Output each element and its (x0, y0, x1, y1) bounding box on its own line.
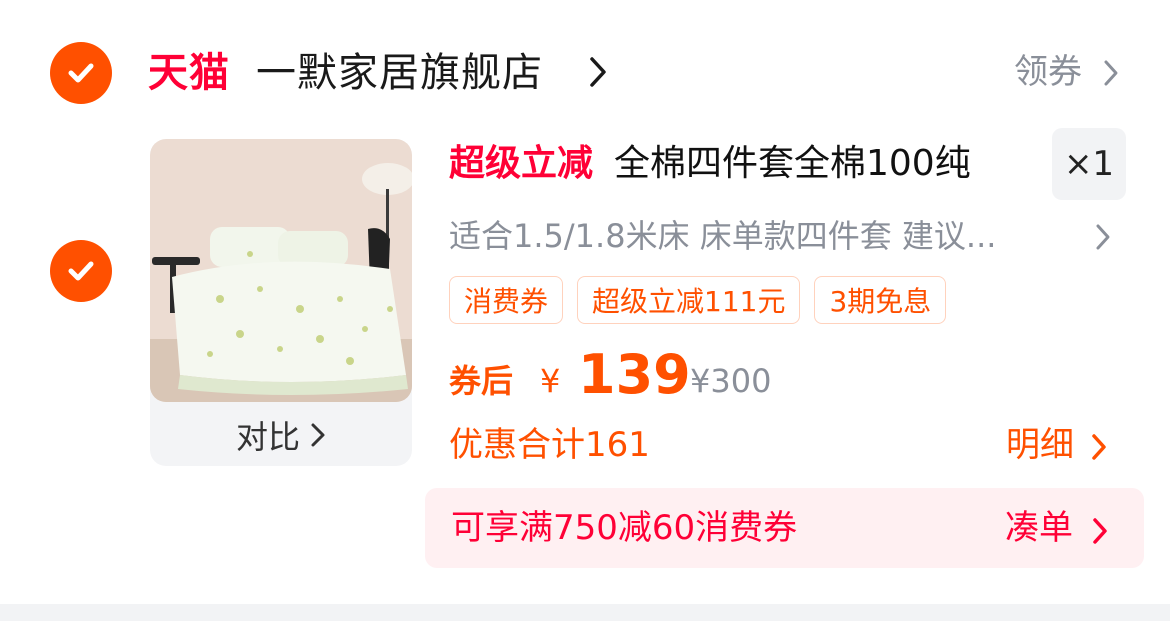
compare-button[interactable]: 对比 (150, 405, 412, 465)
sku-spec-selector[interactable]: 适合1.5/1.8米床 床单款四件套 建议... (449, 213, 1069, 259)
original-price: ¥300 (690, 362, 772, 400)
chevron-right-icon[interactable] (1094, 222, 1112, 252)
tmall-logo: 天猫 (148, 50, 230, 96)
shop-name[interactable]: 一默家居旗舰店 (256, 42, 543, 104)
product-title[interactable]: 全棉四件套全棉100纯 (614, 140, 971, 188)
shop-select-checkbox[interactable] (50, 42, 112, 104)
currency-symbol: ¥ (540, 362, 561, 400)
price-detail-link[interactable]: 明细 (1006, 421, 1074, 469)
chevron-right-icon[interactable] (1090, 432, 1108, 462)
promo-tag-item: 消费券 (449, 276, 564, 324)
chevron-right-icon[interactable] (588, 55, 608, 89)
price-label: 券后 (449, 362, 514, 400)
item-select-checkbox[interactable] (50, 240, 112, 302)
product-thumbnail-card[interactable]: 对比 (150, 139, 412, 466)
promo-tag-item: 3期免息 (814, 276, 947, 324)
chevron-right-icon (311, 423, 325, 447)
get-coupon-link[interactable]: 领券 (1014, 48, 1082, 96)
quantity-stepper[interactable]: ×1 (1052, 128, 1126, 200)
coupon-banner[interactable]: 可享满750减60消费券 凑单 (425, 488, 1144, 568)
promo-tag-item: 超级立减111元 (577, 276, 801, 324)
discount-total: 优惠合计161 (449, 425, 650, 465)
chevron-right-icon (1093, 518, 1107, 544)
product-image[interactable] (150, 139, 412, 402)
section-divider (0, 604, 1170, 621)
chevron-right-icon[interactable] (1102, 58, 1120, 88)
final-price: 139 (578, 343, 691, 406)
coupon-banner-text: 可享满750减60消费券 (451, 508, 798, 548)
compare-label: 对比 (235, 418, 300, 456)
promo-tag: 超级立减 (449, 143, 594, 184)
add-on-order-button[interactable]: 凑单 (1005, 488, 1073, 568)
check-icon (68, 63, 94, 83)
promo-tags: 消费券 超级立减111元 3期免息 (449, 276, 947, 324)
check-icon (68, 261, 94, 281)
